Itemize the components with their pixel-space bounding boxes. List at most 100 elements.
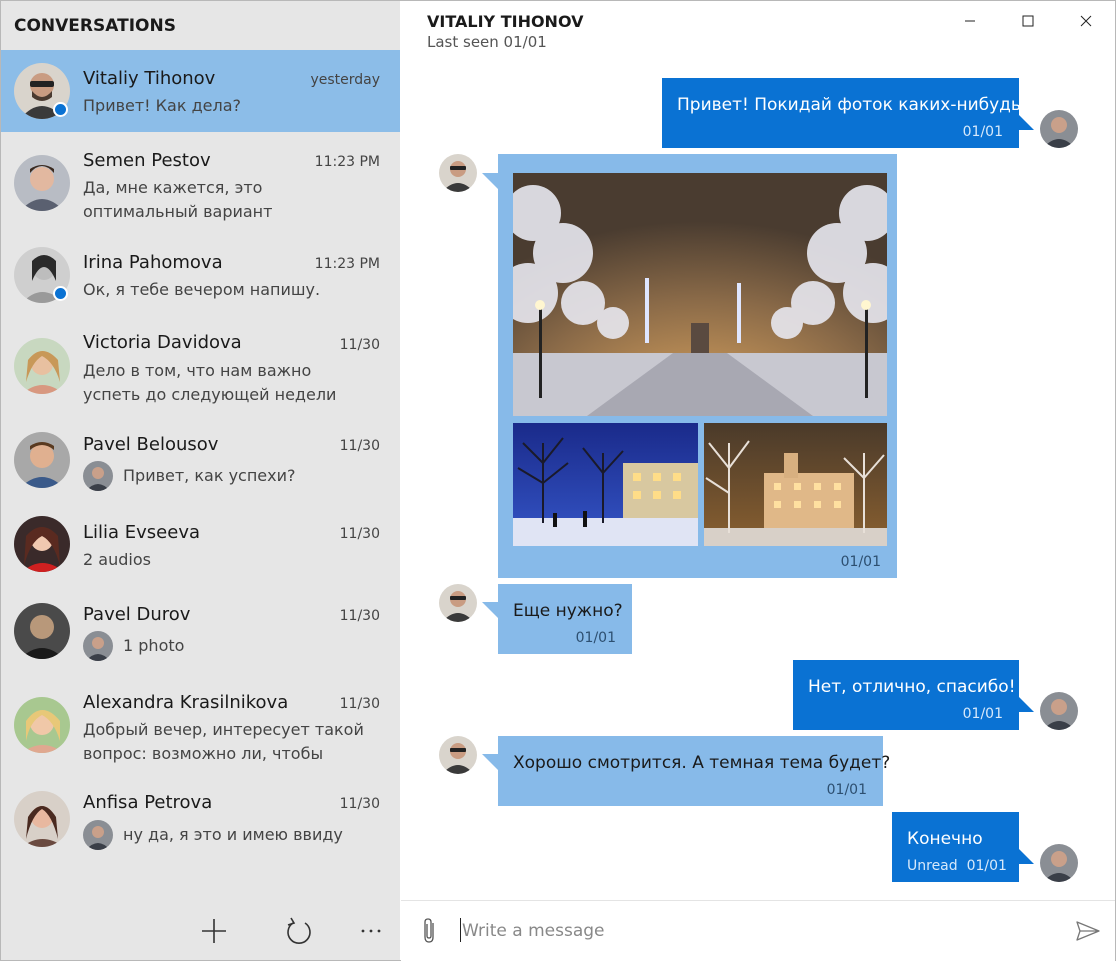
conversation-time: 11/30 — [339, 526, 380, 542]
text-cursor — [460, 918, 461, 942]
message-time: 01/01 — [962, 124, 1003, 140]
refresh-button[interactable] — [281, 913, 317, 949]
conversation-name: Vitaliy Tihonov — [83, 68, 216, 89]
more-icon — [361, 929, 381, 933]
conversation-time: 11/30 — [339, 608, 380, 624]
conversation-name: Pavel Durov — [83, 604, 191, 625]
sidebar-title: CONVERSATIONS — [14, 16, 176, 36]
bubble-tail — [1018, 114, 1034, 130]
conversation-preview: Привет, как успехи? — [123, 466, 296, 485]
close-button[interactable] — [1071, 10, 1101, 32]
conversation-name: Semen Pestov — [83, 150, 211, 171]
my-avatar — [83, 820, 113, 850]
conversation-item[interactable]: Irina Pahomova 11:23 PM Ок, я тебе вечер… — [1, 234, 400, 316]
outgoing-message[interactable]: Привет! Покидай фоток каких-нибудь 01/01 — [662, 78, 1021, 148]
message-text: Конечно — [907, 829, 983, 849]
conversation-name: Irina Pahomova — [83, 252, 223, 273]
maximize-button[interactable] — [1013, 10, 1043, 32]
conversation-item[interactable]: Anfisa Petrova 11/30 ну да, я это и имею… — [1, 784, 400, 864]
more-button[interactable] — [353, 913, 389, 949]
avatar — [14, 791, 70, 847]
conversation-name: Pavel Belousov — [83, 434, 219, 455]
bubble-tail — [1018, 848, 1034, 864]
conversation-preview: 2 audios — [83, 550, 151, 569]
conversation-preview: Ок, я тебе вечером напишу. — [83, 280, 321, 299]
bubble-tail — [1018, 696, 1034, 712]
my-avatar — [1040, 844, 1078, 882]
message-time: 01/01 — [962, 706, 1003, 722]
conversation-item[interactable]: Alexandra Krasilnikova 11/30 Добрый вече… — [1, 686, 400, 784]
incoming-photo-message[interactable]: 01/01 — [498, 154, 897, 578]
bubble-tail — [482, 754, 498, 770]
conversation-time: 11/30 — [339, 696, 380, 712]
conversation-item[interactable]: Vitaliy Tihonov yesterday Привет! Как де… — [1, 50, 400, 132]
message-text: Нет, отлично, спасибо! — [808, 677, 1016, 697]
bubble-tail — [482, 173, 498, 189]
message-time: 01/01 — [575, 630, 616, 646]
conversation-preview: Да, мне кажется, это оптимальный вариант — [83, 178, 273, 221]
conversation-preview: Дело в том, что нам важно успеть до след… — [83, 361, 337, 404]
conversation-name: Victoria Davidova — [83, 332, 242, 353]
avatar — [14, 432, 70, 488]
conversation-preview: Привет! Как дела? — [83, 96, 242, 115]
conversation-preview: 1 photo — [123, 636, 185, 655]
conversation-time: 11:23 PM — [314, 154, 380, 170]
conversation-name: Alexandra Krasilnikova — [83, 692, 289, 713]
avatar — [14, 338, 70, 394]
conversation-item[interactable]: Semen Pestov 11:23 PM Да, мне кажется, э… — [1, 132, 400, 234]
message-meta: Unread 01/01 — [907, 858, 1007, 874]
conversation-preview: Добрый вечер, интересует такой вопрос: в… — [83, 720, 364, 763]
conversation-item[interactable]: Pavel Durov 11/30 1 photo — [1, 586, 400, 686]
conversation-time: 11:23 PM — [314, 256, 380, 272]
my-avatar — [1040, 110, 1078, 148]
incoming-message[interactable]: Еще нужно? 01/01 — [498, 584, 632, 654]
outgoing-message[interactable]: Нет, отлично, спасибо! 01/01 — [793, 660, 1019, 730]
message-time: 01/01 — [966, 858, 1007, 874]
refresh-icon — [287, 917, 311, 944]
attach-button[interactable] — [419, 917, 441, 945]
minimize-button[interactable] — [955, 10, 985, 32]
message-text: Привет! Покидай фоток каких-нибудь — [677, 95, 1021, 115]
close-icon — [1080, 15, 1092, 27]
online-indicator — [53, 102, 68, 117]
conversation-name: Lilia Evseeva — [83, 522, 201, 543]
conversation-time: yesterday — [310, 72, 380, 88]
conversation-time: 11/30 — [339, 796, 380, 812]
photo-evening-building[interactable] — [704, 423, 887, 546]
conversation-name: Anfisa Petrova — [83, 792, 213, 813]
contact-avatar — [439, 584, 477, 622]
send-button[interactable] — [1075, 919, 1101, 943]
my-avatar — [83, 461, 113, 491]
avatar — [14, 697, 70, 753]
chat-title: VITALIY TIHONOV — [427, 12, 584, 31]
contact-avatar — [439, 736, 477, 774]
bubble-tail — [482, 602, 498, 618]
my-avatar — [83, 631, 113, 661]
incoming-message[interactable]: Хорошо смотрится. А темная тема будет? 0… — [498, 736, 890, 806]
message-text: Еще нужно? — [513, 601, 623, 621]
photo-night-square[interactable] — [513, 423, 698, 546]
conversation-item[interactable]: Pavel Belousov 11/30 Привет, как успехи? — [1, 418, 400, 502]
last-seen-status: Last seen 01/01 — [427, 33, 547, 51]
paperclip-icon — [424, 918, 434, 943]
contact-avatar — [439, 154, 477, 192]
conversation-item[interactable]: Victoria Davidova 11/30 Дело в том, что … — [1, 316, 400, 418]
conversations-sidebar: CONVERSATIONS Vitaliy Tihonov yesterday … — [1, 1, 400, 960]
conversation-time: 11/30 — [339, 337, 380, 353]
photo-winter-alley[interactable] — [513, 173, 887, 416]
maximize-icon — [1022, 15, 1034, 27]
conversation-time: 11/30 — [339, 438, 380, 454]
message-status: Unread — [907, 858, 958, 874]
online-indicator — [53, 286, 68, 301]
message-input[interactable] — [460, 918, 1024, 944]
plus-icon — [202, 919, 226, 943]
avatar — [14, 516, 70, 572]
message-composer — [401, 900, 1115, 961]
avatar — [14, 603, 70, 659]
my-avatar — [1040, 692, 1078, 730]
message-text: Хорошо смотрится. А темная тема будет? — [513, 753, 891, 773]
send-icon — [1076, 921, 1100, 941]
outgoing-message[interactable]: Конечно Unread 01/01 — [892, 812, 1019, 882]
new-conversation-button[interactable] — [196, 913, 232, 949]
conversation-item[interactable]: Lilia Evseeva 11/30 2 audios — [1, 502, 400, 586]
